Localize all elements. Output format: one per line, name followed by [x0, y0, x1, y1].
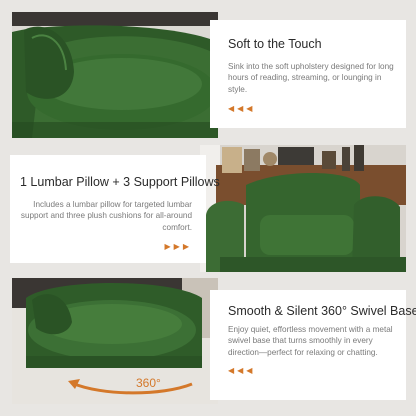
- photo-swivel-chair: 360°: [12, 278, 218, 404]
- feature-title: Smooth & Silent 360° Swivel Base: [228, 304, 416, 318]
- feature-description: Enjoy quiet, effortless movement with a …: [228, 325, 393, 357]
- photo-chair-with-pillows: [200, 145, 406, 272]
- feature-title: Soft to the Touch: [228, 37, 322, 51]
- feature-description: Includes a lumbar pillow for targeted lu…: [20, 200, 192, 232]
- photo-chair-closeup: [12, 12, 218, 138]
- feature-description: Sink into the soft upholstery designed f…: [228, 62, 394, 94]
- feature-card-swivel: Smooth & Silent 360° Swivel Base Enjoy q…: [210, 290, 416, 400]
- feature-title: 1 Lumbar Pillow + 3 Support Pillows: [20, 175, 220, 189]
- arrow-left-icon: ◀◀◀: [228, 103, 256, 113]
- feature-card-soft-touch: Soft to the Touch Sink into the soft uph…: [210, 20, 406, 128]
- feature-card-pillows: 1 Lumbar Pillow + 3 Support Pillows Incl…: [10, 155, 220, 263]
- rotation-label: 360°: [136, 376, 161, 390]
- arrow-right-icon: ▶▶▶: [164, 241, 192, 251]
- arrow-left-icon: ◀◀◀: [228, 365, 256, 375]
